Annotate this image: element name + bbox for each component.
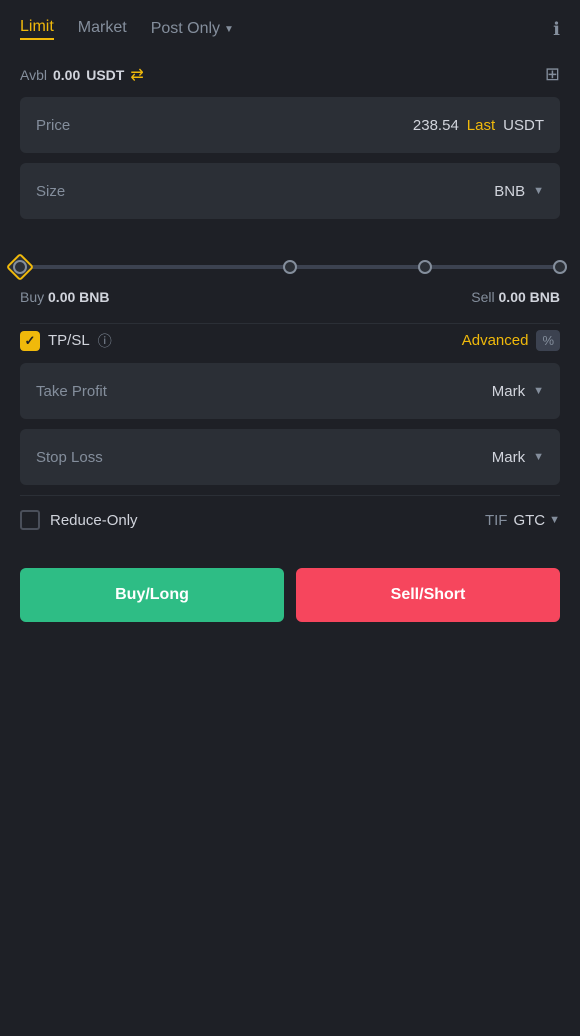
sell-label: Sell — [471, 289, 494, 305]
buy-bnb: BNB — [79, 289, 109, 305]
size-label: Size — [36, 183, 65, 200]
size-currency: BNB — [494, 183, 525, 200]
tab-post-only-label: Post Only — [151, 20, 220, 38]
tif-label: TIF — [485, 512, 508, 529]
price-value: 238.54 — [413, 117, 459, 134]
take-profit-label: Take Profit — [36, 383, 107, 400]
leverage-slider-section — [0, 229, 580, 283]
gtc-value: GTC — [513, 512, 545, 529]
tpsl-checkbox[interactable]: ✓ — [20, 331, 40, 351]
buy-amount: 0.00 — [48, 289, 75, 305]
take-profit-mark: Mark — [492, 383, 525, 400]
tab-market[interactable]: Market — [78, 19, 127, 39]
size-dropdown-icon[interactable]: ▼ — [533, 185, 544, 197]
transfer-icon[interactable]: ⇄ — [130, 65, 143, 85]
avbl-label: Avbl — [20, 67, 47, 83]
take-profit-input[interactable]: Take Profit Mark ▼ — [20, 363, 560, 419]
price-last-label: Last — [467, 117, 495, 134]
take-profit-dropdown-icon[interactable]: ▼ — [533, 385, 544, 397]
action-buttons: Buy/Long Sell/Short — [0, 544, 580, 642]
tab-limit[interactable]: Limit — [20, 18, 54, 40]
reduce-only-row: Reduce-Only TIF GTC ▼ — [0, 496, 580, 544]
sell-short-button[interactable]: Sell/Short — [296, 568, 560, 622]
price-label: Price — [36, 117, 70, 134]
available-balance-row: Avbl 0.00 USDT ⇄ ⊞ — [0, 56, 580, 97]
avbl-value: 0.00 — [53, 67, 80, 83]
stop-loss-label: Stop Loss — [36, 449, 103, 466]
buy-sell-summary: Buy 0.00 BNB Sell 0.00 BNB — [0, 283, 580, 323]
price-currency: USDT — [503, 117, 544, 134]
order-type-tabs: Limit Market Post Only ▼ ℹ — [0, 0, 580, 56]
stop-loss-input[interactable]: Stop Loss Mark ▼ — [20, 429, 560, 485]
slider-dot-50[interactable] — [418, 260, 432, 274]
gtc-dropdown-icon[interactable]: ▼ — [549, 514, 560, 526]
percent-icon[interactable]: % — [536, 330, 560, 351]
avbl-currency: USDT — [86, 67, 124, 83]
tpsl-header: ✓ TP/SL ⓘ Advanced % — [0, 324, 580, 363]
reduce-only-label: Reduce-Only — [50, 512, 138, 529]
sell-amount: 0.00 — [499, 289, 526, 305]
sell-bnb: BNB — [530, 289, 560, 305]
reduce-only-checkbox[interactable] — [20, 510, 40, 530]
slider-dot-75[interactable] — [553, 260, 567, 274]
buy-long-button[interactable]: Buy/Long — [20, 568, 284, 622]
tab-post-only[interactable]: Post Only ▼ — [151, 20, 234, 38]
info-icon[interactable]: ℹ — [553, 19, 560, 40]
tpsl-info-icon[interactable]: ⓘ — [98, 331, 112, 351]
stop-loss-dropdown-icon[interactable]: ▼ — [533, 451, 544, 463]
price-input[interactable]: Price 238.54 Last USDT — [20, 97, 560, 153]
checkmark-icon: ✓ — [25, 333, 36, 349]
size-input[interactable]: Size BNB ▼ — [20, 163, 560, 219]
slider-dot-25[interactable] — [283, 260, 297, 274]
advanced-button[interactable]: Advanced — [462, 332, 529, 349]
wallet-icon[interactable]: ⊞ — [545, 64, 560, 85]
stop-loss-mark: Mark — [492, 449, 525, 466]
tpsl-label: TP/SL — [48, 332, 90, 349]
buy-label: Buy — [20, 289, 44, 305]
slider-track[interactable] — [20, 265, 560, 269]
slider-dot-100[interactable] — [13, 260, 27, 274]
chevron-down-icon: ▼ — [224, 24, 234, 35]
gtc-select[interactable]: GTC ▼ — [513, 512, 560, 529]
